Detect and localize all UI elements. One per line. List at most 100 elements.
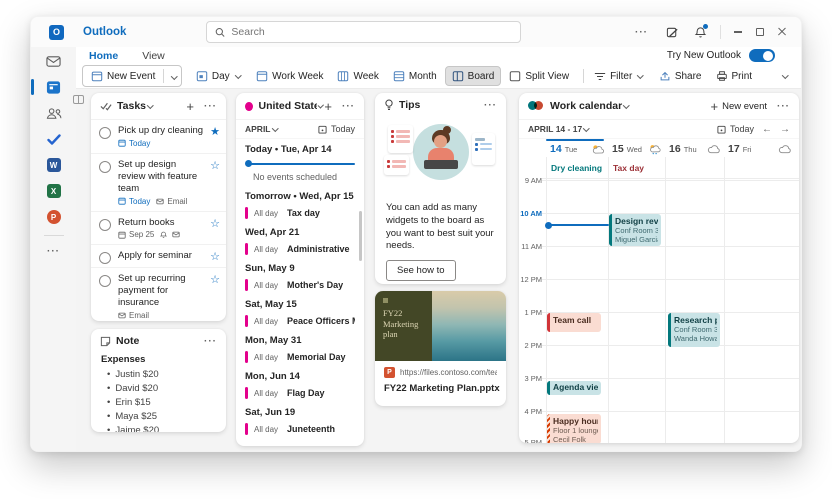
titlebar-more-icon[interactable]: ··· — [635, 27, 648, 38]
minimize-icon — [734, 31, 742, 33]
day-column-header[interactable]: 15 Wed — [608, 139, 665, 159]
holiday-event[interactable]: All day Memorial Day — [236, 348, 364, 366]
task-row[interactable]: Return books Sep 25 ☆ — [91, 210, 226, 245]
rail-mail-button[interactable] — [45, 53, 63, 69]
mail-icon — [156, 198, 164, 204]
maximize-button[interactable] — [749, 22, 771, 42]
new-event-chevron-icon[interactable] — [171, 72, 178, 80]
rail-powerpoint-button[interactable]: P — [45, 209, 63, 225]
rail-excel-button[interactable]: X — [45, 183, 63, 199]
star-filled-icon[interactable]: ★ — [210, 127, 220, 138]
holiday-event[interactable]: All day Peace Officers Me... — [236, 312, 364, 330]
share-button[interactable]: Share — [653, 67, 708, 85]
prev-days-button[interactable]: ← — [762, 124, 772, 135]
view-split-button[interactable]: Split View — [503, 67, 575, 85]
filter-button[interactable]: Filter — [588, 68, 651, 85]
view-week-button[interactable]: Week — [331, 67, 384, 85]
tasks-more-button[interactable]: ··· — [204, 101, 217, 112]
task-row[interactable]: Set up design review with feature team T… — [91, 152, 226, 211]
day-column-header[interactable]: 16 Thu — [665, 139, 724, 159]
us-more-button[interactable]: ··· — [342, 101, 355, 112]
rail-more-apps-button[interactable]: ··· — [47, 246, 60, 257]
star-outline-icon[interactable]: ☆ — [210, 275, 220, 286]
us-calendar-chevron-icon[interactable] — [317, 102, 324, 108]
see-how-to-button[interactable]: See how to — [386, 260, 456, 282]
collapse-ribbon-chevron-icon[interactable] — [781, 71, 788, 79]
bell-icon — [160, 231, 168, 238]
add-task-button[interactable]: + — [186, 99, 194, 114]
task-title: Apply for seminar — [118, 250, 192, 262]
star-outline-icon[interactable]: ☆ — [210, 252, 220, 263]
star-outline-icon[interactable]: ☆ — [210, 160, 220, 172]
month-chevron-icon[interactable] — [271, 124, 278, 132]
work-today-button[interactable]: Today — [717, 124, 754, 134]
task-row[interactable]: Set up recurring payment for insurance E… — [91, 267, 226, 321]
us-today-button[interactable]: Today — [318, 124, 355, 134]
rail-todo-button[interactable] — [45, 131, 63, 147]
notifications-bell-icon[interactable] — [690, 22, 710, 42]
file-url[interactable]: https://files.contoso.com/teams/... — [400, 368, 497, 377]
task-complete-circle[interactable] — [99, 218, 111, 231]
task-row[interactable]: Pick up dry cleaning Today ★ — [91, 119, 226, 153]
view-month-button[interactable]: Month — [387, 67, 443, 85]
task-complete-circle[interactable] — [99, 275, 111, 288]
rail-people-button[interactable] — [45, 105, 63, 121]
us-add-event-button[interactable]: + — [324, 99, 332, 114]
tab-home[interactable]: Home — [88, 48, 120, 66]
search-input[interactable] — [231, 26, 512, 38]
rail-word-button[interactable]: W — [45, 157, 63, 173]
holiday-event[interactable]: All day Flag Day — [236, 384, 364, 402]
holiday-event[interactable]: All day Administrative — [236, 240, 364, 258]
calendar-grid[interactable]: 9 AM 10 AM 11 AM 12 PM 1 PM 2 PM 3 PM 4 … — [519, 176, 799, 443]
tasks-chevron-icon[interactable] — [147, 101, 154, 109]
view-work-week-button[interactable]: Work Week — [250, 67, 329, 85]
file-name[interactable]: FY22 Marketing Plan.pptx — [375, 380, 506, 400]
holiday-event[interactable]: All day Tax day — [236, 204, 364, 222]
print-button[interactable]: Print — [710, 67, 759, 85]
day-column-header[interactable]: 14 Tue — [546, 139, 608, 159]
event-team-call[interactable]: Team call — [547, 313, 601, 332]
event-name: Administrative — [287, 244, 350, 254]
star-outline-icon[interactable]: ☆ — [210, 218, 220, 230]
task-row[interactable]: Apply for seminar ☆ — [91, 244, 226, 267]
event-organizer: Miguel Garcia — [615, 235, 658, 244]
day-number: 15 — [612, 143, 624, 155]
tab-view[interactable]: View — [141, 48, 166, 64]
new-event-button[interactable]: New Event — [82, 65, 182, 87]
note-item-text: Erin $15 — [115, 396, 151, 408]
search-box[interactable] — [206, 21, 521, 43]
all-day-row: Dry cleaning Tax day — [519, 159, 799, 177]
note-widget[interactable]: Note ··· Expenses • Justin $20 • David $20… — [91, 329, 226, 432]
view-day-button[interactable]: Day — [190, 67, 248, 85]
next-days-button[interactable]: → — [780, 124, 790, 135]
event-research-plan[interactable]: Research plan Conf Room 32/ Wanda Howard — [668, 313, 720, 347]
task-complete-circle[interactable] — [99, 252, 111, 265]
all-day-event[interactable]: Tax day — [608, 159, 665, 177]
holiday-event[interactable]: All day Juneteenth — [236, 420, 364, 438]
feedback-icon[interactable] — [662, 22, 682, 42]
file-link-widget[interactable]: FY22 Marketing plan P https://files.cont… — [375, 291, 506, 406]
day-column-header[interactable]: 17 Fri — [724, 139, 795, 159]
range-chevron-icon[interactable] — [583, 124, 590, 132]
event-design-review[interactable]: Design review Conf Room 32/ Miguel Garci… — [609, 214, 661, 246]
note-more-button[interactable]: ··· — [204, 336, 217, 347]
holiday-event[interactable]: All day Mother's Day — [236, 276, 364, 294]
minimize-button[interactable] — [727, 22, 749, 42]
rail-divider — [43, 235, 64, 236]
task-complete-circle[interactable] — [99, 127, 111, 139]
note-item-text: Maya $25 — [115, 410, 158, 422]
try-new-outlook-toggle[interactable] — [749, 49, 775, 62]
task-complete-circle[interactable] — [99, 160, 111, 173]
rail-calendar-button[interactable] — [45, 79, 63, 95]
board-menu-icon[interactable] — [73, 95, 84, 104]
tips-more-button[interactable]: ··· — [484, 100, 497, 111]
new-event-link[interactable]: + New event — [711, 99, 767, 114]
view-board-button[interactable]: Board — [444, 66, 502, 86]
work-calendar-chevron-icon[interactable] — [623, 101, 630, 109]
scrollbar[interactable] — [359, 211, 362, 261]
event-happy-hour[interactable]: Happy hour Floor 1 lounge Cecil Folk — [547, 414, 601, 443]
all-day-event[interactable]: Dry cleaning — [546, 159, 608, 177]
close-button[interactable] — [771, 22, 793, 42]
event-agenda-view[interactable]: Agenda view — [547, 381, 601, 395]
work-more-button[interactable]: ··· — [777, 101, 790, 112]
